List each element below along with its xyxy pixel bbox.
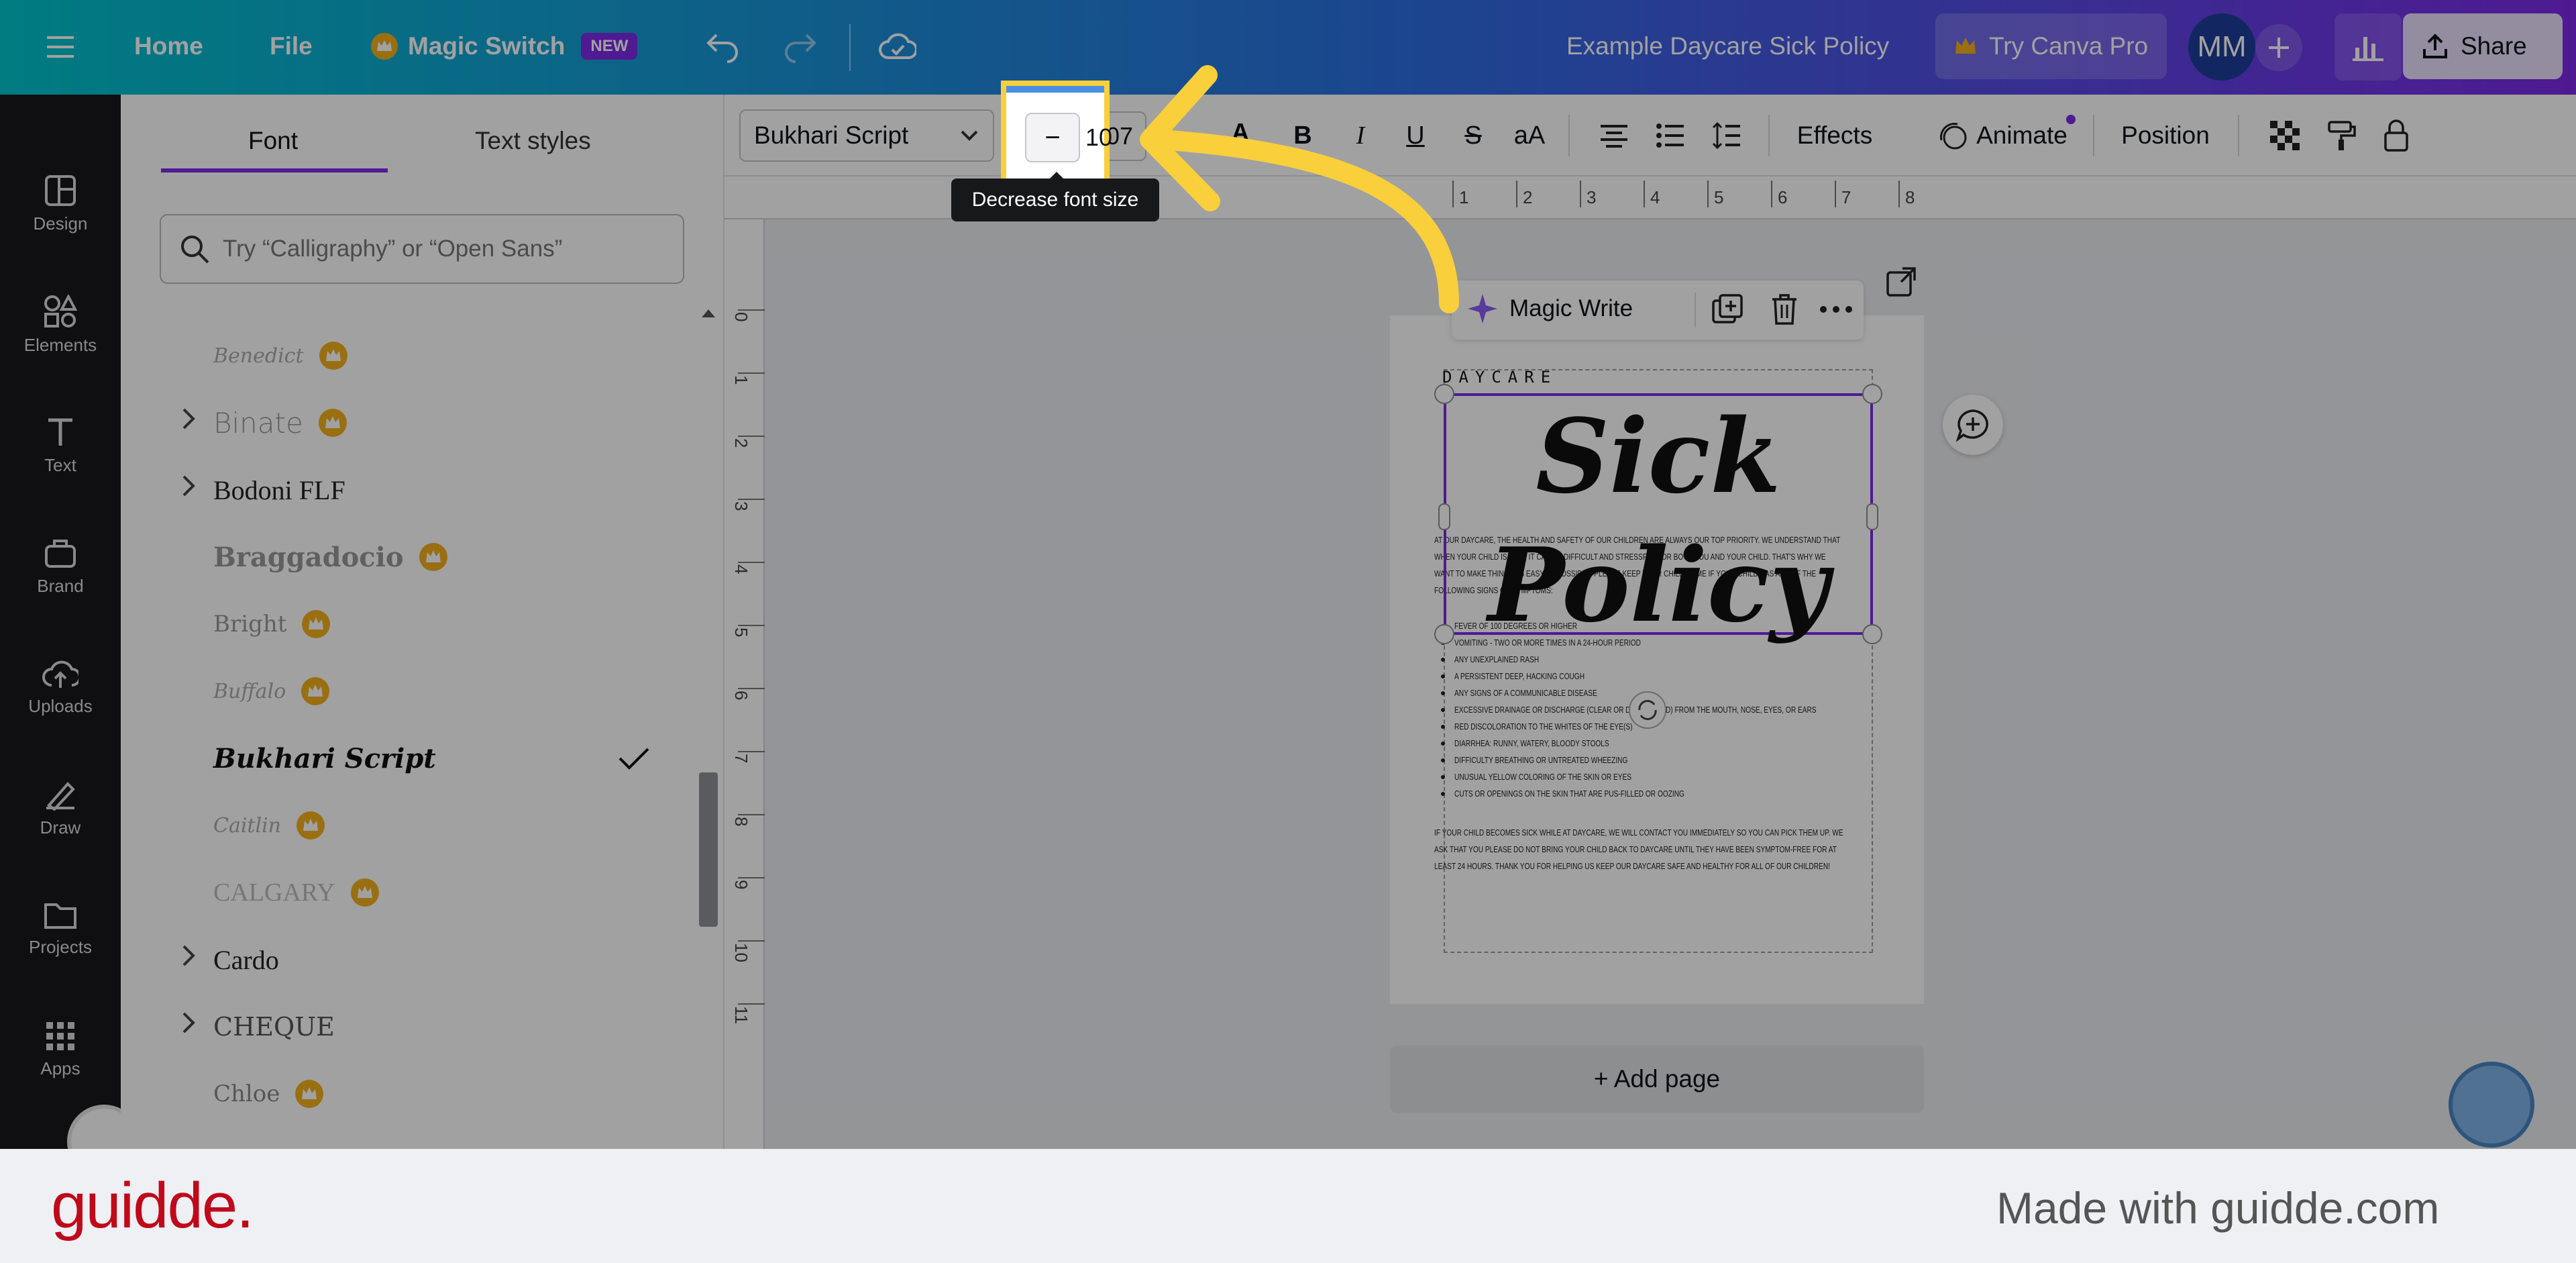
footer-bar: guidde. Made with guidde.com — [0, 1149, 2576, 1263]
guidde-logo: guidde. — [51, 1169, 253, 1243]
pointer-arrow — [1100, 40, 1543, 322]
tooltip-arrow — [1049, 172, 1065, 180]
focus-bar — [1006, 86, 1104, 93]
made-with-label: Made with guidde.com — [1996, 1182, 2439, 1233]
decrease-font-size-icon: − — [1025, 113, 1080, 162]
